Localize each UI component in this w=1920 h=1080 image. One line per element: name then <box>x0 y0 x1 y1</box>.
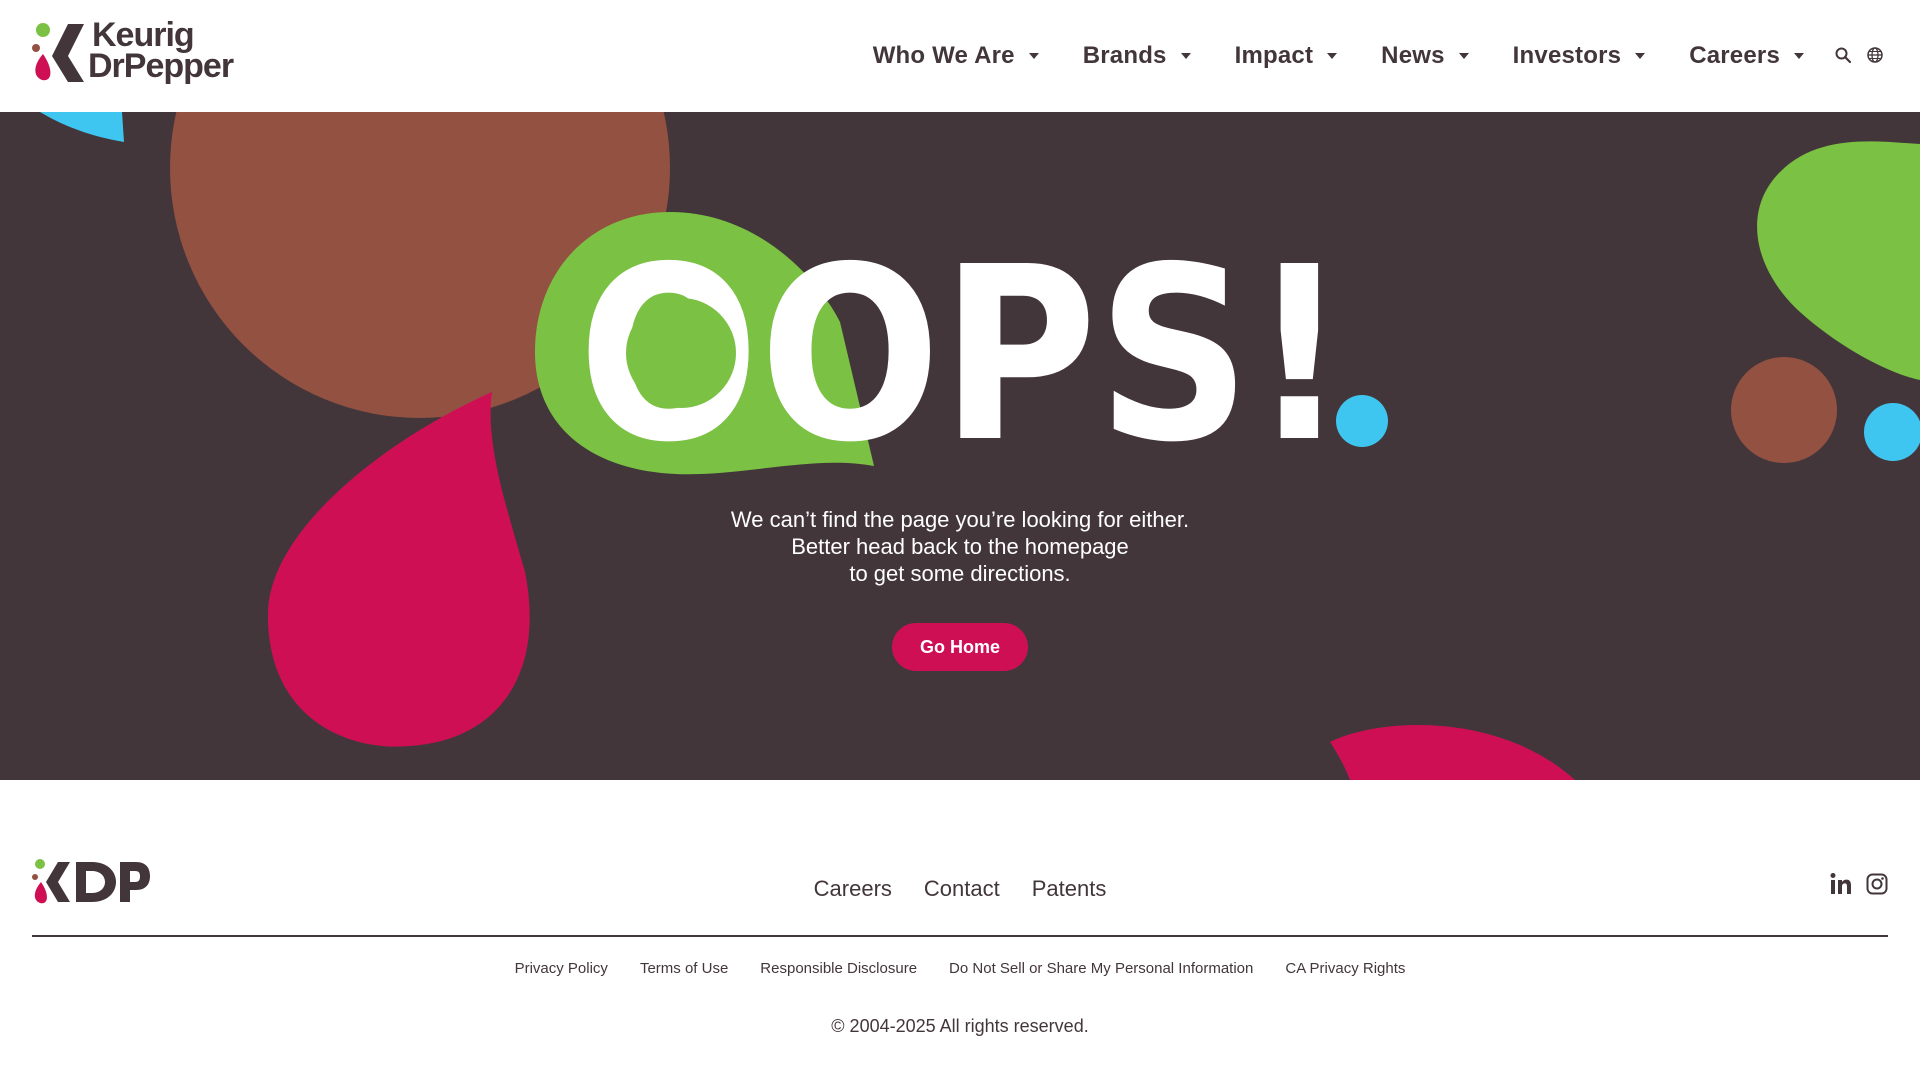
globe-icon[interactable] <box>1866 46 1884 64</box>
footer-link-patents[interactable]: Patents <box>1032 876 1107 902</box>
caret-down-icon <box>1028 53 1039 59</box>
main-nav: Who We Are Brands Impact News Investors … <box>829 0 1804 112</box>
message-line: Better head back to the homepage <box>791 534 1129 559</box>
site-footer: Careers Contact Patents Privacy Policy T… <box>0 780 1920 1080</box>
linkedin-icon[interactable] <box>1830 872 1852 896</box>
legal-link-do-not-sell[interactable]: Do Not Sell or Share My Personal Informa… <box>949 960 1253 977</box>
legal-link-privacy-policy[interactable]: Privacy Policy <box>515 960 608 977</box>
legal-links: Privacy Policy Terms of Use Responsible … <box>0 960 1920 977</box>
nav-label: Who We Are <box>872 42 1015 69</box>
nav-label: News <box>1381 42 1445 69</box>
logo-line-drpepper: DrPepper <box>88 47 234 85</box>
search-icon[interactable] <box>1834 46 1852 64</box>
footer-nav: Careers Contact Patents <box>0 876 1920 902</box>
copyright-text: © 2004-2025 All rights reserved. <box>831 1016 1089 1036</box>
nav-investors[interactable]: Investors <box>1513 42 1646 70</box>
caret-down-icon <box>1635 53 1646 59</box>
legal-link-ca-privacy-rights[interactable]: CA Privacy Rights <box>1285 960 1405 977</box>
instagram-icon[interactable] <box>1866 872 1888 896</box>
footer-divider <box>32 935 1888 937</box>
nav-news[interactable]: News <box>1381 42 1469 70</box>
nav-label: Investors <box>1512 42 1622 69</box>
nav-impact[interactable]: Impact <box>1235 42 1338 70</box>
go-home-button[interactable]: Go Home <box>892 623 1028 671</box>
caret-down-icon <box>1458 53 1469 59</box>
decorative-shapes: OOPS! <box>40 112 1920 780</box>
o-inner-fill <box>626 298 736 408</box>
caret-down-icon <box>1327 53 1338 59</box>
footer-link-careers[interactable]: Careers <box>814 876 892 902</box>
legal-link-responsible-disclosure[interactable]: Responsible Disclosure <box>760 960 917 977</box>
nav-brands[interactable]: Brands <box>1083 42 1191 70</box>
keurig-dr-pepper-logo[interactable]: Keurig DrPepper <box>32 18 252 88</box>
footer-link-contact[interactable]: Contact <box>924 876 1000 902</box>
caret-down-icon <box>1794 53 1804 59</box>
nav-label: Careers <box>1689 42 1780 69</box>
legal-link-terms-of-use[interactable]: Terms of Use <box>640 960 728 977</box>
message-line: to get some directions. <box>849 561 1071 586</box>
error-hero: OOPS! We can’t find the page you’re look… <box>0 112 1920 780</box>
error-message: We can’t find the page you’re looking fo… <box>660 506 1260 587</box>
site-header: Keurig DrPepper Who We Are Brands Impact… <box>0 0 1920 112</box>
nav-careers[interactable]: Careers <box>1689 42 1804 70</box>
nav-label: Brands <box>1082 42 1167 69</box>
nav-who-we-are[interactable]: Who We Are <box>873 42 1039 70</box>
caret-down-icon <box>1180 53 1191 59</box>
nav-label: Impact <box>1234 42 1314 69</box>
message-line: We can’t find the page you’re looking fo… <box>730 507 1190 532</box>
logo-wordmark: Keurig DrPepper <box>88 18 234 85</box>
